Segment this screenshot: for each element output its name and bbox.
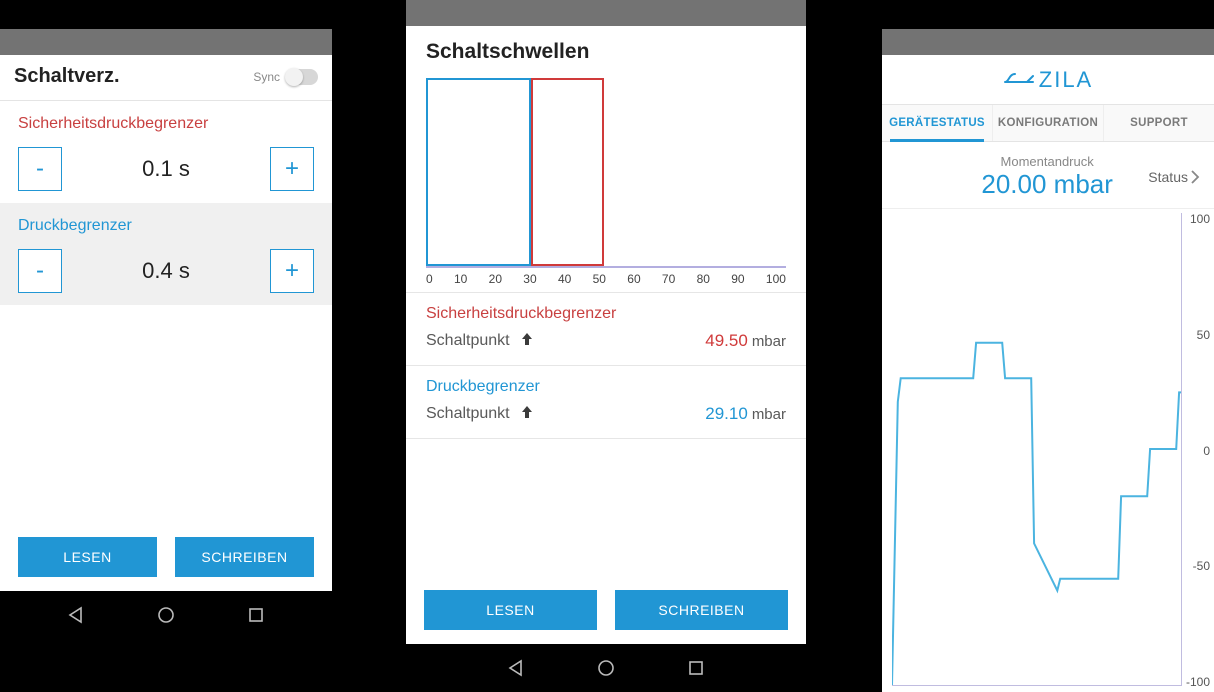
arrow-up-icon — [520, 332, 534, 350]
x-tick: 10 — [454, 272, 467, 286]
tab-support[interactable]: SUPPORT — [1104, 105, 1214, 141]
read-button[interactable]: LESEN — [424, 590, 597, 630]
nav-recent-icon[interactable] — [246, 605, 266, 625]
x-tick: 0 — [426, 272, 433, 286]
chart-plot-area — [892, 213, 1182, 686]
y-tick: 0 — [1203, 444, 1210, 458]
decrement-button[interactable]: - — [18, 147, 62, 191]
android-status-bar — [406, 0, 806, 26]
nav-home-icon[interactable] — [596, 658, 616, 678]
row-title: Sicherheitsdruckbegrenzer — [426, 305, 786, 323]
y-tick: -50 — [1193, 559, 1210, 573]
write-button[interactable]: SCHREIBEN — [175, 537, 314, 577]
header: Schaltverz. Sync — [0, 55, 332, 101]
stepper: - 0.4 s + — [18, 249, 314, 293]
y-tick: 100 — [1190, 212, 1210, 226]
reading-value: 20.00 mbar — [946, 169, 1148, 200]
x-tick: 70 — [662, 272, 675, 286]
android-nav-bar — [406, 644, 806, 692]
nav-back-icon[interactable] — [66, 605, 86, 625]
y-tick: -100 — [1186, 675, 1210, 689]
logo-icon — [1003, 68, 1037, 92]
row-title: Druckbegrenzer — [426, 378, 786, 396]
read-button[interactable]: LESEN — [18, 537, 157, 577]
decrement-button[interactable]: - — [18, 249, 62, 293]
chart-bar-sicherheit — [531, 78, 604, 266]
x-tick: 100 — [766, 272, 786, 286]
increment-button[interactable]: + — [270, 249, 314, 293]
page-title: Schaltschwellen — [426, 40, 786, 64]
reading-label: Momentandruck — [946, 154, 1148, 169]
x-tick: 50 — [593, 272, 606, 286]
screen-schaltverz: Schaltverz. Sync Sicherheitsdruckbegrenz… — [0, 29, 332, 639]
stepper: - 0.1 s + — [18, 147, 314, 191]
stepper-value: 0.1 s — [142, 156, 190, 182]
status-link[interactable]: Status — [1148, 169, 1200, 185]
action-buttons: LESEN SCHREIBEN — [0, 523, 332, 591]
screen-geraetestatus: ZILA GERÄTESTATUS KONFIGURATION SUPPORT … — [882, 29, 1214, 692]
x-tick: 20 — [489, 272, 502, 286]
sync-toggle-group: Sync — [253, 69, 318, 85]
chart-x-axis: 0 10 20 30 40 50 60 70 80 90 100 — [426, 268, 786, 286]
row-sicherheitsdruckbegrenzer[interactable]: Sicherheitsdruckbegrenzer Schaltpunkt 49… — [406, 292, 806, 365]
row-label: Schaltpunkt — [426, 405, 510, 423]
divider — [406, 438, 806, 576]
x-tick: 30 — [523, 272, 536, 286]
chart-line — [892, 213, 1182, 685]
write-button[interactable]: SCHREIBEN — [615, 590, 788, 630]
tab-geraetestatus[interactable]: GERÄTESTATUS — [882, 105, 993, 141]
block-title: Sicherheitsdruckbegrenzer — [18, 115, 314, 133]
threshold-chart: 0 10 20 30 40 50 60 70 80 90 100 — [406, 74, 806, 292]
nav-recent-icon[interactable] — [686, 658, 706, 678]
android-status-bar — [882, 29, 1214, 55]
row-unit: mbar — [752, 333, 786, 350]
row-value: 49.50 — [705, 331, 748, 351]
screen-schaltschwellen: Schaltschwellen 0 10 20 30 40 50 60 70 8… — [406, 0, 806, 692]
chart-y-axis — [1181, 213, 1183, 685]
arrow-up-icon — [520, 405, 534, 423]
block-title: Druckbegrenzer — [18, 217, 314, 235]
brand-text: ZILA — [1039, 67, 1093, 93]
row-label: Schaltpunkt — [426, 332, 510, 350]
increment-button[interactable]: + — [270, 147, 314, 191]
row-druckbegrenzer[interactable]: Druckbegrenzer Schaltpunkt 29.10 mbar — [406, 365, 806, 438]
x-tick: 80 — [697, 272, 710, 286]
x-tick: 90 — [731, 272, 744, 286]
pressure-chart: 100 50 0 -50 -100 — [882, 209, 1214, 692]
row-value: 29.10 — [705, 404, 748, 424]
sync-label: Sync — [253, 70, 280, 84]
x-tick: 40 — [558, 272, 571, 286]
status-label: Status — [1148, 169, 1188, 185]
current-reading: Momentandruck 20.00 mbar Status — [882, 142, 1214, 209]
stepper-value: 0.4 s — [142, 258, 190, 284]
action-buttons: LESEN SCHREIBEN — [406, 576, 806, 644]
sync-toggle[interactable] — [286, 69, 318, 85]
nav-home-icon[interactable] — [156, 605, 176, 625]
block-sicherheitsdruckbegrenzer: Sicherheitsdruckbegrenzer - 0.1 s + — [0, 101, 332, 203]
brand-header: ZILA — [882, 55, 1214, 105]
zila-logo: ZILA — [1003, 67, 1093, 93]
block-druckbegrenzer: Druckbegrenzer - 0.4 s + — [0, 203, 332, 305]
page-title: Schaltverz. — [14, 65, 120, 88]
chevron-right-icon — [1190, 170, 1200, 184]
row-unit: mbar — [752, 406, 786, 423]
spacer — [0, 305, 332, 523]
tab-konfiguration[interactable]: KONFIGURATION — [993, 105, 1104, 141]
chart-bar-druckbegrenzer — [426, 78, 531, 266]
android-nav-bar — [0, 591, 332, 639]
y-tick: 50 — [1197, 328, 1210, 342]
tab-bar: GERÄTESTATUS KONFIGURATION SUPPORT — [882, 105, 1214, 142]
nav-back-icon[interactable] — [506, 658, 526, 678]
android-status-bar — [0, 29, 332, 55]
chart-plot-area — [426, 78, 786, 268]
x-tick: 60 — [627, 272, 640, 286]
header: Schaltschwellen — [406, 26, 806, 74]
